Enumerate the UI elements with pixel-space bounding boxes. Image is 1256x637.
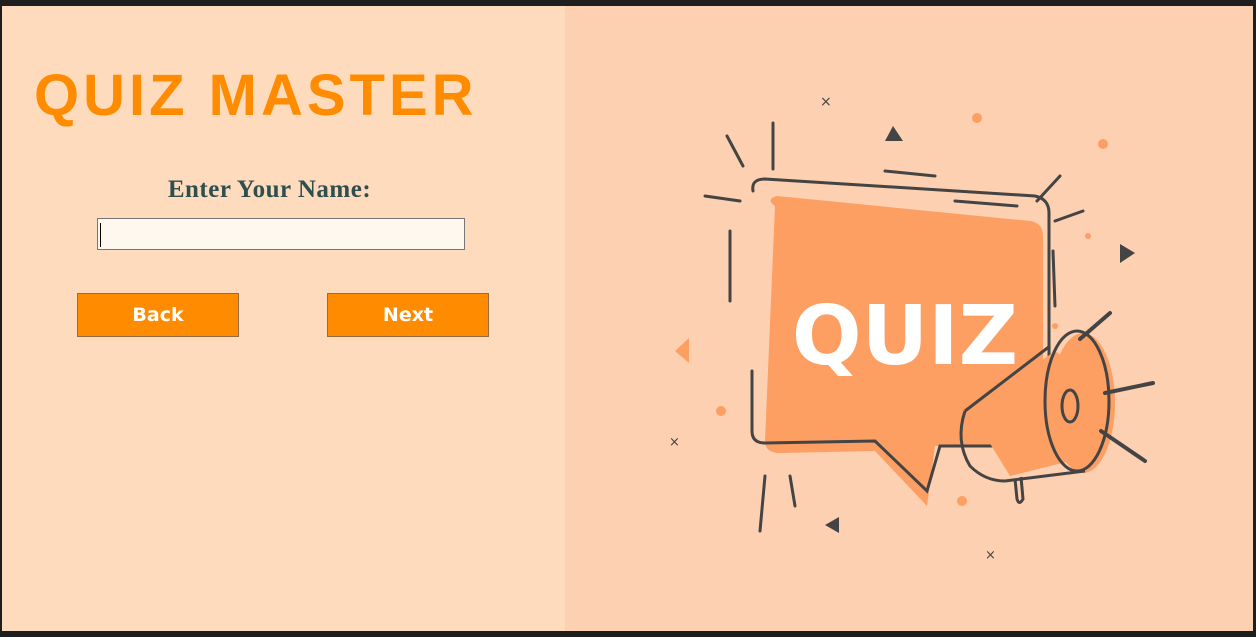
back-button[interactable]: Back [77, 293, 239, 337]
app-title: QUIZ MASTER [34, 63, 478, 128]
right-panel: × × × × QUIZ [565, 6, 1253, 631]
bubble-text: QUIZ [792, 289, 1018, 384]
left-panel: QUIZ MASTER Enter Your Name: Back Next [2, 6, 565, 631]
quiz-window: QUIZ MASTER Enter Your Name: Back Next ×… [2, 6, 1253, 631]
name-label: Enter Your Name: [167, 176, 372, 203]
svg-text:×: × [820, 94, 832, 110]
svg-text:×: × [669, 435, 680, 450]
bottom-bar [0, 631, 1256, 637]
svg-text:×: × [985, 548, 996, 561]
next-button[interactable]: Next [327, 293, 489, 337]
text-caret [100, 223, 101, 247]
name-input[interactable] [97, 218, 465, 250]
quiz-illustration: × × × × QUIZ [669, 94, 1155, 561]
